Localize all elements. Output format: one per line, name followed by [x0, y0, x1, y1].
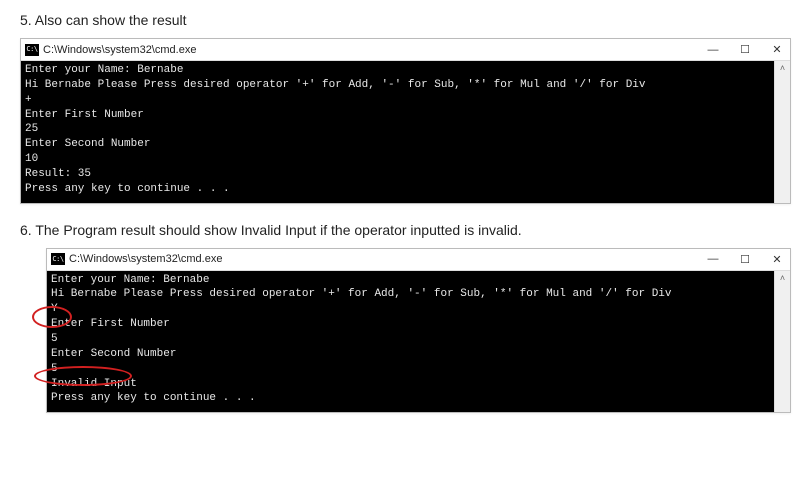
cmd-icon: C:\ [25, 44, 39, 56]
cmd-window-step6: C:\ C:\Windows\system32\cmd.exe — ☐ ✕ En… [46, 248, 791, 414]
step6-block: C:\ C:\Windows\system32\cmd.exe — ☐ ✕ En… [46, 248, 791, 414]
step6-heading: 6. The Program result should show Invali… [20, 222, 791, 238]
maximize-button[interactable]: ☐ [738, 252, 752, 266]
scrollbar[interactable]: ˄ [774, 61, 790, 203]
body-wrap: Enter your Name: Bernabe Hi Bernabe Plea… [47, 271, 790, 413]
minimize-button[interactable]: — [706, 252, 720, 266]
console-output: Enter your Name: Bernabe Hi Bernabe Plea… [47, 271, 774, 413]
cmd-icon: C:\ [51, 253, 65, 265]
close-button[interactable]: ✕ [770, 43, 784, 57]
cmd-icon-label: C:\ [26, 46, 37, 53]
cmd-icon-label: C:\ [52, 256, 63, 263]
title-left: C:\ C:\Windows\system32\cmd.exe [51, 253, 222, 265]
body-wrap: Enter your Name: Bernabe Hi Bernabe Plea… [21, 61, 790, 203]
minimize-button[interactable]: — [706, 43, 720, 57]
window-controls: — ☐ ✕ [706, 43, 784, 57]
window-controls: — ☐ ✕ [706, 252, 784, 266]
scroll-up-icon[interactable]: ˄ [780, 271, 785, 285]
title-left: C:\ C:\Windows\system32\cmd.exe [25, 44, 196, 56]
close-button[interactable]: ✕ [770, 252, 784, 266]
scrollbar[interactable]: ˄ [774, 271, 790, 413]
cmd-window-step5: C:\ C:\Windows\system32\cmd.exe — ☐ ✕ En… [20, 38, 791, 204]
console-output: Enter your Name: Bernabe Hi Bernabe Plea… [21, 61, 774, 203]
maximize-button[interactable]: ☐ [738, 43, 752, 57]
window-title: C:\Windows\system32\cmd.exe [69, 253, 222, 265]
titlebar: C:\ C:\Windows\system32\cmd.exe — ☐ ✕ [21, 39, 790, 61]
step5-heading: 5. Also can show the result [20, 12, 791, 28]
titlebar: C:\ C:\Windows\system32\cmd.exe — ☐ ✕ [47, 249, 790, 271]
window-title: C:\Windows\system32\cmd.exe [43, 44, 196, 56]
scroll-up-icon[interactable]: ˄ [780, 61, 785, 75]
